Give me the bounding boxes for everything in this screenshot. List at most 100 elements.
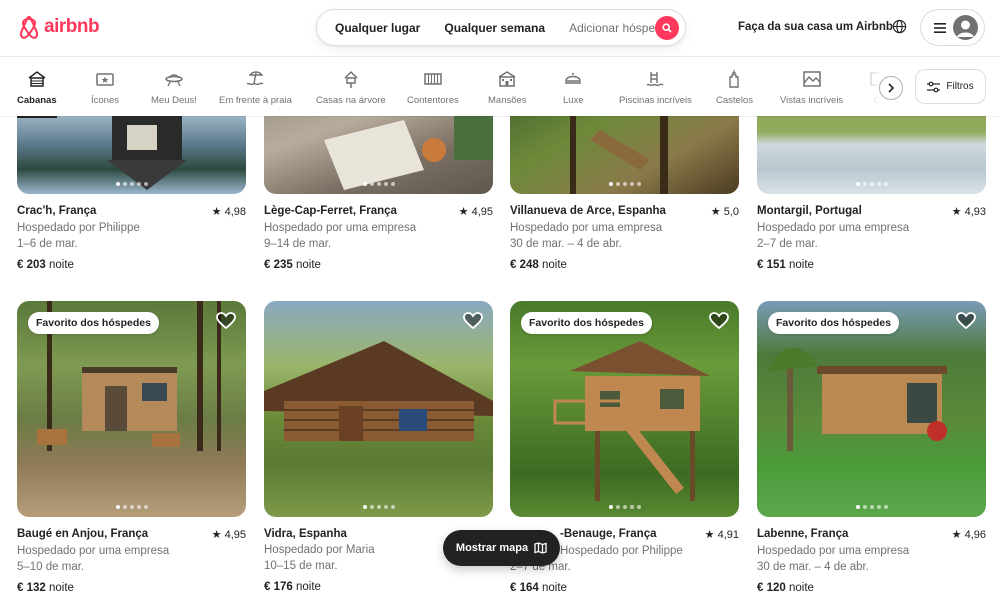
search-when[interactable]: Qualquer semana: [432, 21, 557, 35]
category-luxe[interactable]: Luxe: [563, 69, 584, 106]
guest-favorite-badge: Favorito dos hóspedes: [521, 312, 652, 334]
price-unit: noite: [48, 259, 74, 271]
rating-value: 4,91: [717, 529, 739, 541]
category-label: Meu Deus!: [151, 95, 197, 106]
listing-rating: ★ 4,93: [951, 206, 986, 218]
listing-dates: 2–7 de mar.: [757, 238, 818, 250]
rating-value: 4,98: [224, 206, 246, 218]
icons-icon: [96, 73, 114, 86]
rating-value: 5,0: [723, 206, 739, 218]
listing-photo[interactable]: Favorito dos hóspedes: [17, 301, 246, 517]
category-label: Mansões: [488, 95, 527, 106]
chevron-right-icon: [888, 83, 895, 93]
listing-card[interactable]: Favorito dos hóspedes Baugé en Anjou, Fr…: [17, 301, 246, 594]
category-cabins[interactable]: Cabanas: [17, 69, 57, 118]
category-label: Vistas incríveis: [780, 95, 844, 106]
airbnb-logo[interactable]: airbnb: [17, 14, 100, 40]
heart-icon[interactable]: [709, 312, 729, 330]
filters-label: Filtros: [946, 81, 974, 92]
show-map-button[interactable]: Mostrar mapa: [443, 530, 560, 566]
listing-card[interactable]: Favorito dos hóspedes Labenne, França ★ …: [757, 301, 986, 594]
top-header: airbnb Qualquer lugar Qualquer semana Ad…: [0, 0, 1000, 57]
listing-location: Lège-Cap-Ferret, França: [264, 205, 397, 217]
heart-icon[interactable]: [216, 312, 236, 330]
listing-location: Vidra, Espanha: [264, 528, 347, 540]
logo-text: airbnb: [44, 16, 100, 37]
category-label: Contentores: [407, 95, 459, 106]
listing-dates: 5–10 de mar.: [17, 561, 85, 573]
listing-rating: ★ 4,98: [211, 206, 246, 218]
heart-icon[interactable]: [956, 312, 976, 330]
listing-location: Baugé en Anjou, França: [17, 528, 149, 540]
listing-photo[interactable]: Favorito dos hóspedes: [757, 301, 986, 517]
price-value: € 132: [17, 582, 46, 594]
heart-icon[interactable]: [463, 312, 483, 330]
category-next-button[interactable]: [879, 76, 903, 100]
category-beachfront[interactable]: Em frente à praia: [219, 69, 292, 106]
price-unit: noite: [48, 582, 74, 594]
listing-price: € 132 noite: [17, 582, 246, 594]
rating-value: 4,96: [964, 529, 986, 541]
luxe-icon: [565, 73, 582, 84]
category-mansions[interactable]: Mansões: [488, 69, 527, 106]
category-treehouses[interactable]: Casas na árvore: [316, 69, 386, 106]
photo-dots: [510, 505, 739, 509]
log-cabin-image: [264, 341, 493, 441]
mansion-icon: [498, 71, 516, 87]
category-label: Ícones: [91, 95, 119, 106]
listing-host: Hospedado por uma empresa: [17, 545, 170, 557]
category-label: Em frente à praia: [219, 95, 292, 106]
listing-rating: ★ 4,95: [458, 206, 493, 218]
category-castles[interactable]: Castelos: [716, 69, 753, 106]
photo-dots: [17, 182, 246, 186]
price-unit: noite: [295, 259, 321, 271]
price-value: € 151: [757, 259, 786, 271]
container-icon: [424, 73, 442, 85]
listing-dates: 30 de mar. – 4 de abr.: [757, 561, 869, 573]
globe-icon[interactable]: [892, 19, 907, 34]
listing-price: € 248 noite: [510, 259, 739, 271]
search-where[interactable]: Qualquer lugar: [317, 21, 432, 35]
search-bar[interactable]: Qualquer lugar Qualquer semana Adicionar…: [316, 9, 686, 46]
filters-button[interactable]: Filtros: [915, 69, 986, 104]
user-menu-button[interactable]: [920, 9, 985, 46]
listing-host: Hospedado por uma empresa: [757, 222, 910, 234]
category-containers[interactable]: Contentores: [407, 69, 459, 106]
listing-photo[interactable]: Favorito dos hóspedes: [510, 301, 739, 517]
host-link[interactable]: Faça da sua casa um Airbnb: [738, 21, 893, 33]
airbnb-logo-icon: [19, 15, 39, 39]
price-unit: noite: [788, 259, 814, 271]
hamburger-icon: [934, 22, 946, 33]
listing-location: Montargil, Portugal: [757, 205, 862, 217]
price-unit: noite: [541, 582, 567, 594]
listing-location: Labenne, França: [757, 528, 849, 540]
listing-host: Hospedado por uma empresa: [757, 545, 910, 557]
price-value: € 120: [757, 582, 786, 594]
category-omg[interactable]: Meu Deus!: [151, 69, 197, 106]
photo-dots: [757, 182, 986, 186]
photo-dots: [757, 505, 986, 509]
listing-photo[interactable]: [264, 301, 493, 517]
listing-rating: ★ 5,0: [710, 206, 739, 218]
map-icon: [534, 542, 547, 554]
listing-price: € 164 noite: [510, 582, 739, 594]
guest-favorite-badge: Favorito dos hóspedes: [28, 312, 159, 334]
category-views[interactable]: Vistas incríveis: [780, 69, 843, 106]
listing-price: € 235 noite: [264, 259, 493, 271]
search-button[interactable]: [655, 16, 679, 40]
category-label: Cabanas: [17, 95, 57, 106]
listing-price: € 120 noite: [757, 582, 986, 594]
photo-dots: [264, 182, 493, 186]
views-icon: [802, 71, 821, 87]
category-pools[interactable]: Piscinas incríveis: [619, 69, 692, 106]
listing-dates: 9–14 de mar.: [264, 238, 332, 250]
category-label: Casas na árvore: [316, 95, 386, 106]
price-unit: noite: [541, 259, 567, 271]
search-icon: [662, 23, 672, 33]
category-icons[interactable]: Ícones: [91, 69, 119, 106]
category-label: Castelos: [716, 95, 753, 106]
price-unit: noite: [295, 581, 321, 593]
beachfront-icon: [247, 71, 264, 86]
sliders-icon: [927, 81, 941, 92]
listing-rating: ★ 4,96: [951, 529, 986, 541]
